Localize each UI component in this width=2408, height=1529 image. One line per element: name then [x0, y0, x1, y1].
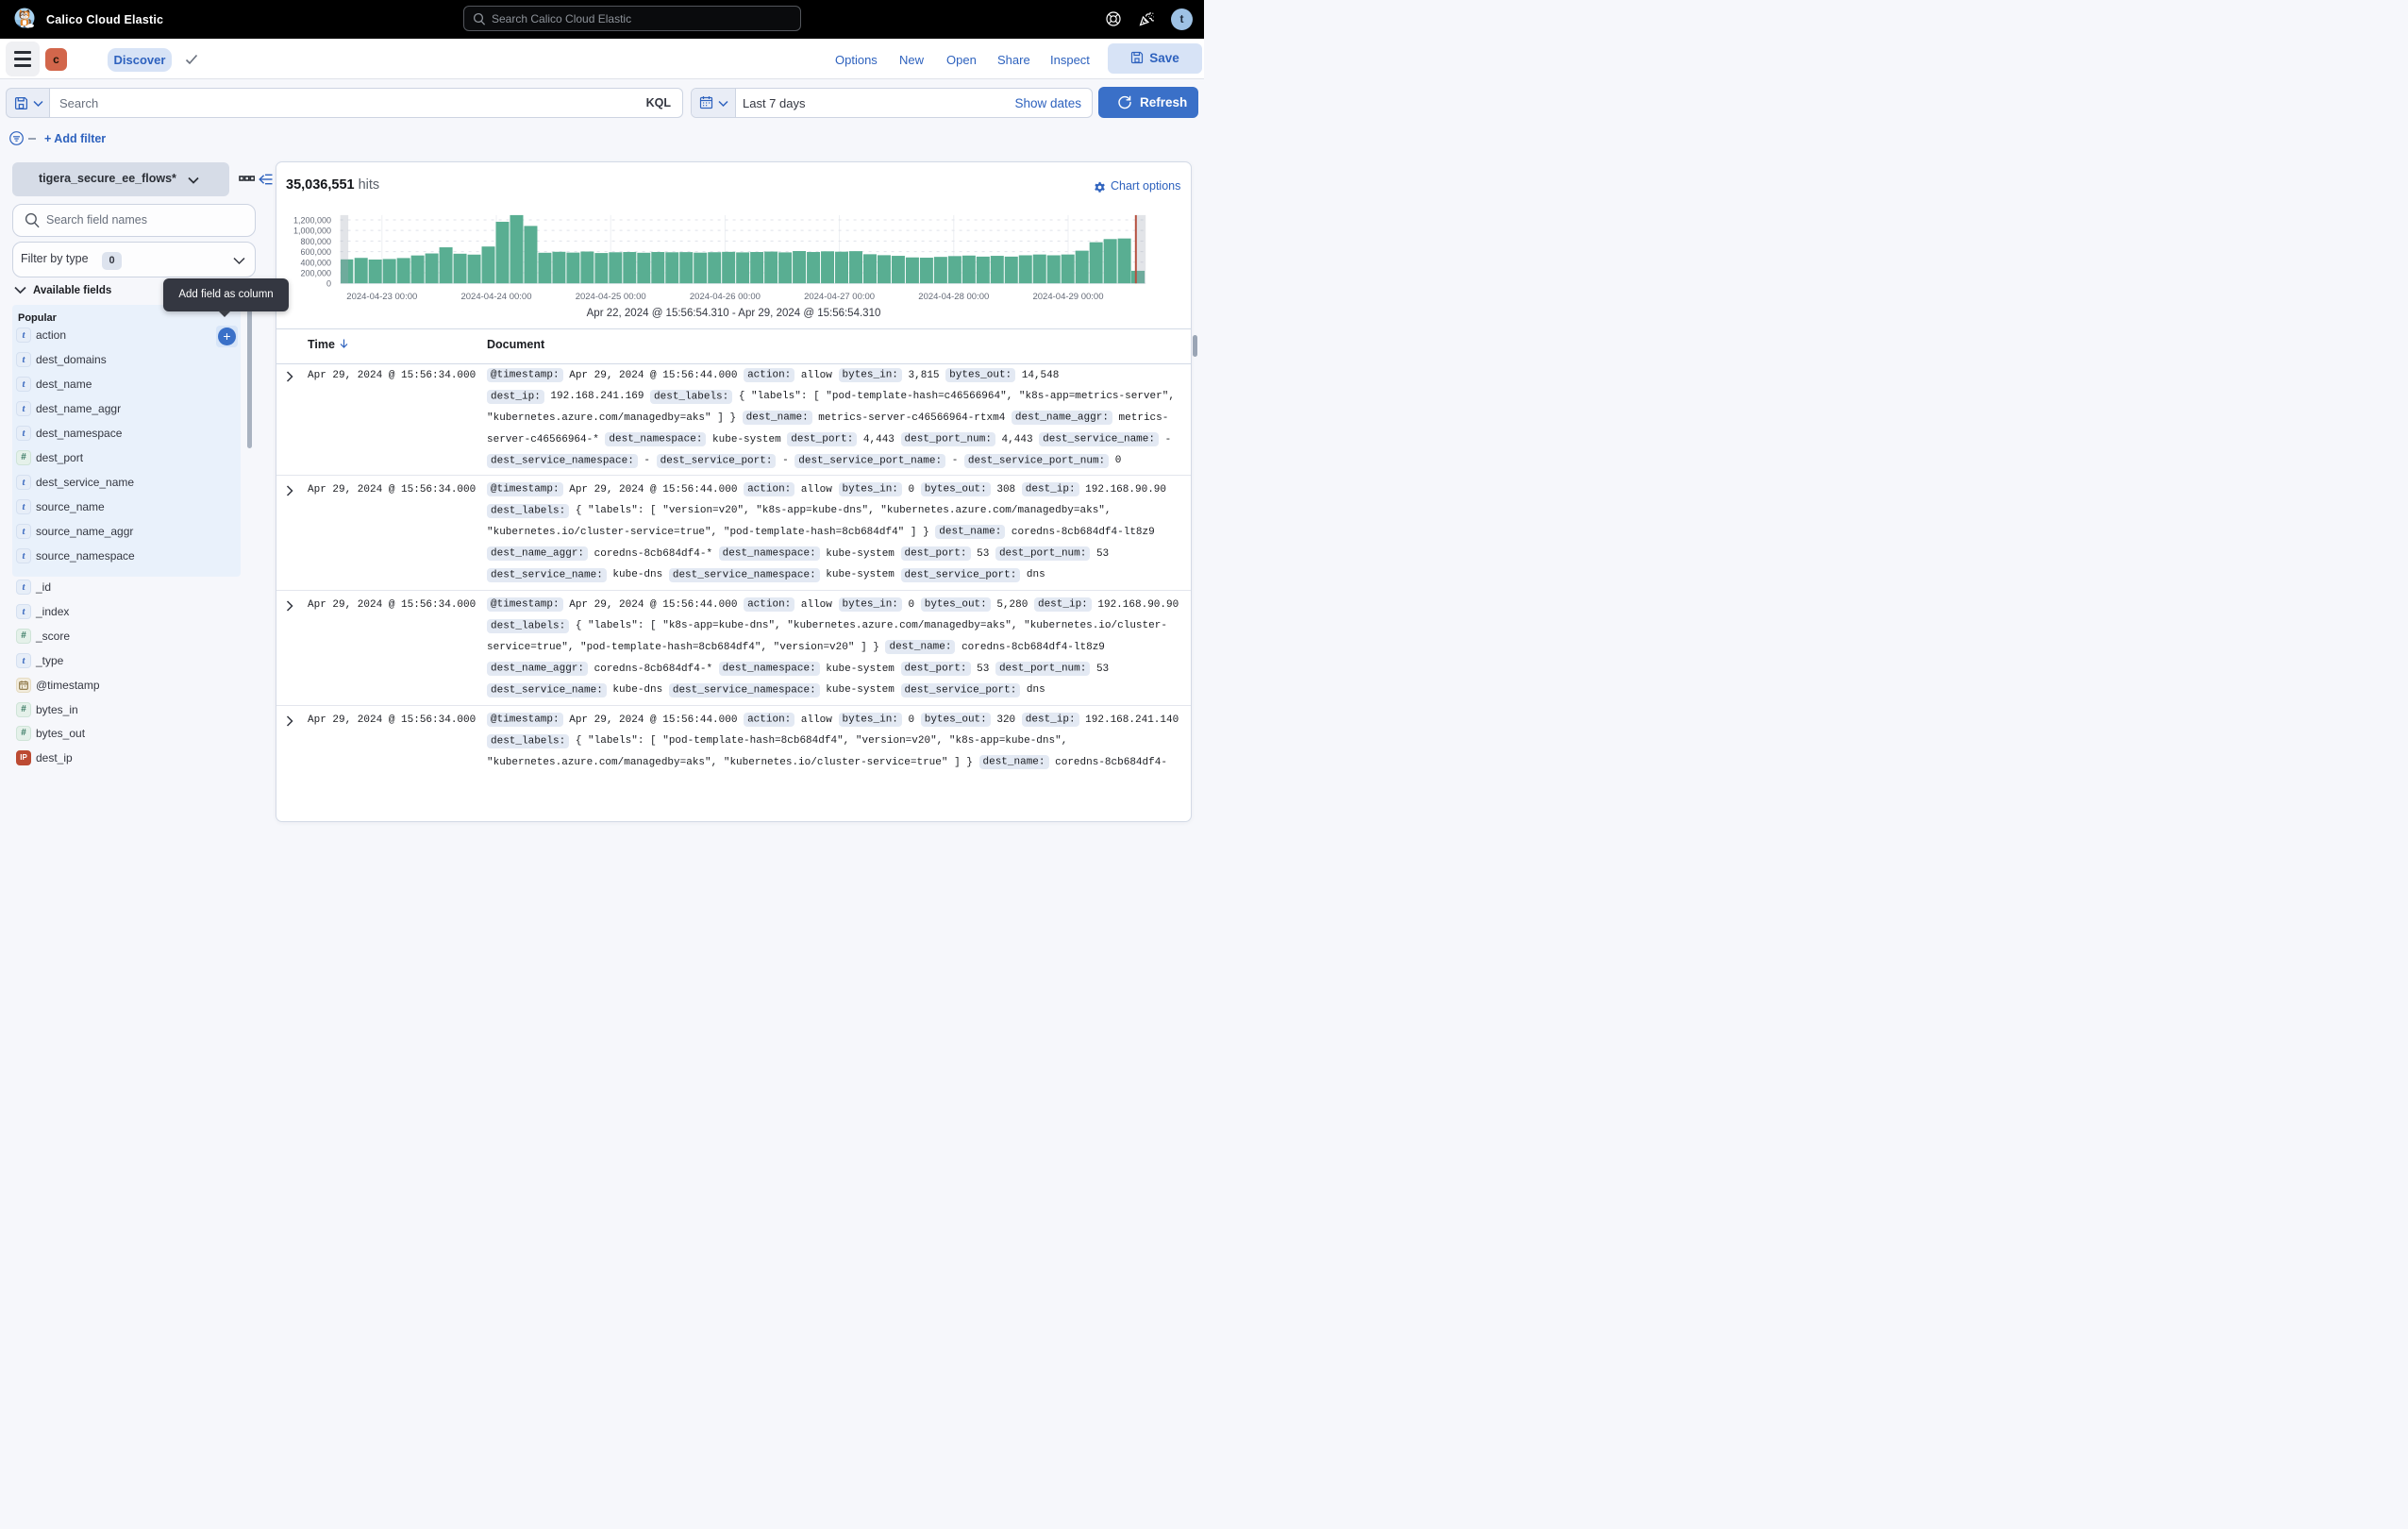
svg-text:2024-04-28 00:00: 2024-04-28 00:00 [918, 292, 989, 302]
svg-text:2024-04-27 00:00: 2024-04-27 00:00 [804, 292, 875, 302]
svg-text:1,000,000: 1,000,000 [293, 227, 331, 236]
svg-text:2024-04-24 00:00: 2024-04-24 00:00 [460, 292, 531, 302]
svg-text:2024-04-29 00:00: 2024-04-29 00:00 [1032, 292, 1103, 302]
svg-text:400,000: 400,000 [300, 258, 331, 267]
svg-text:600,000: 600,000 [300, 247, 331, 257]
svg-text:0: 0 [326, 279, 331, 289]
svg-text:2024-04-25 00:00: 2024-04-25 00:00 [576, 292, 646, 302]
svg-text:2024-04-23 00:00: 2024-04-23 00:00 [346, 292, 417, 302]
svg-text:200,000: 200,000 [300, 268, 331, 277]
svg-text:1,200,000: 1,200,000 [293, 215, 331, 225]
svg-text:800,000: 800,000 [300, 237, 331, 246]
svg-text:2024-04-26 00:00: 2024-04-26 00:00 [690, 292, 761, 302]
